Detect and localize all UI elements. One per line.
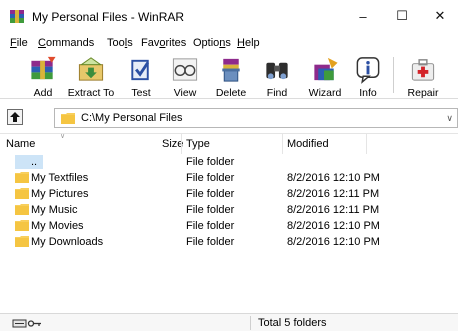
list-item[interactable]: My Textfiles File folder 8/2/2016 12:10 … xyxy=(0,170,458,186)
toolbar-separator xyxy=(393,57,394,93)
column-divider[interactable] xyxy=(181,134,182,154)
menu-tools[interactable]: Tools xyxy=(107,37,133,49)
close-button[interactable]: ✕ xyxy=(421,0,458,32)
info-button[interactable]: Info xyxy=(355,53,381,99)
delete-button[interactable]: Delete xyxy=(213,53,249,99)
test-check-icon xyxy=(131,59,149,81)
list-item[interactable]: My Movies File folder 8/2/2016 12:10 PM xyxy=(0,218,458,234)
status-total: Total 5 folders xyxy=(258,317,327,329)
wizard-button[interactable]: Wizard xyxy=(305,53,345,99)
up-one-level-button[interactable] xyxy=(7,109,23,125)
folder-icon xyxy=(15,204,29,215)
menu-help[interactable]: Help xyxy=(237,37,260,49)
test-button[interactable]: Test xyxy=(124,53,158,99)
current-path: C:\My Personal Files xyxy=(81,112,183,124)
menu-file[interactable]: File xyxy=(10,37,28,49)
list-item[interactable]: My Music File folder 8/2/2016 12:11 PM xyxy=(0,202,458,218)
column-name[interactable]: Name xyxy=(6,138,35,150)
extract-folder-icon xyxy=(78,57,104,81)
sort-caret-icon: ∨ xyxy=(60,133,66,140)
archive-books-icon xyxy=(31,56,56,80)
drive-key-icon[interactable] xyxy=(12,317,44,329)
folder-icon xyxy=(61,113,75,124)
status-divider xyxy=(250,316,251,330)
folder-icon xyxy=(15,220,29,231)
menu-favorites[interactable]: Favorites xyxy=(141,37,186,49)
up-arrow-icon xyxy=(10,112,20,122)
maximize-button[interactable]: ☐ xyxy=(383,0,421,32)
address-bar: C:\My Personal Files ∨ xyxy=(0,107,458,129)
menu-commands[interactable]: Commands xyxy=(38,37,94,49)
winrar-app-icon[interactable] xyxy=(10,10,24,23)
find-binoculars-icon xyxy=(266,62,288,80)
menu-options[interactable]: Options xyxy=(193,37,231,49)
column-divider[interactable] xyxy=(282,134,283,154)
chevron-down-icon[interactable]: ∨ xyxy=(446,113,453,124)
column-header-row: ∨ Name Size Type Modified xyxy=(0,133,458,154)
wizard-icon xyxy=(314,57,338,81)
list-item-parent-folder[interactable]: .. File folder xyxy=(0,154,458,170)
add-button[interactable]: Add xyxy=(26,53,60,99)
delete-bin-icon xyxy=(222,58,240,82)
repair-first-aid-icon xyxy=(411,59,435,81)
column-divider[interactable] xyxy=(366,134,367,154)
extract-to-button[interactable]: Extract To xyxy=(66,53,116,99)
selection-highlight xyxy=(15,155,43,169)
title-bar: My Personal Files - WinRAR – ☐ ✕ xyxy=(0,0,458,32)
folder-icon xyxy=(15,236,29,247)
minimize-button[interactable]: – xyxy=(344,0,382,32)
status-bar: Total 5 folders xyxy=(0,313,458,331)
find-button[interactable]: Find xyxy=(261,53,293,99)
list-item[interactable]: My Pictures File folder 8/2/2016 12:11 P… xyxy=(0,186,458,202)
folder-icon xyxy=(15,188,29,199)
menu-bar: File Commands Tools Favorites Options He… xyxy=(0,34,458,52)
folder-icon xyxy=(15,172,29,183)
column-modified[interactable]: Modified xyxy=(287,138,329,150)
repair-button[interactable]: Repair xyxy=(405,53,441,99)
path-combobox[interactable]: C:\My Personal Files ∨ xyxy=(54,108,458,128)
toolbar: Add Extract To Test View Delete Find Wiz… xyxy=(0,53,458,99)
view-glasses-icon xyxy=(172,58,198,81)
list-item[interactable]: My Downloads File folder 8/2/2016 12:10 … xyxy=(0,234,458,250)
column-type[interactable]: Type xyxy=(186,138,210,150)
view-button[interactable]: View xyxy=(168,53,202,99)
info-icon xyxy=(356,57,380,84)
file-list: ∨ Name Size Type Modified .. File folder… xyxy=(0,133,458,313)
window-title: My Personal Files - WinRAR xyxy=(32,10,185,24)
